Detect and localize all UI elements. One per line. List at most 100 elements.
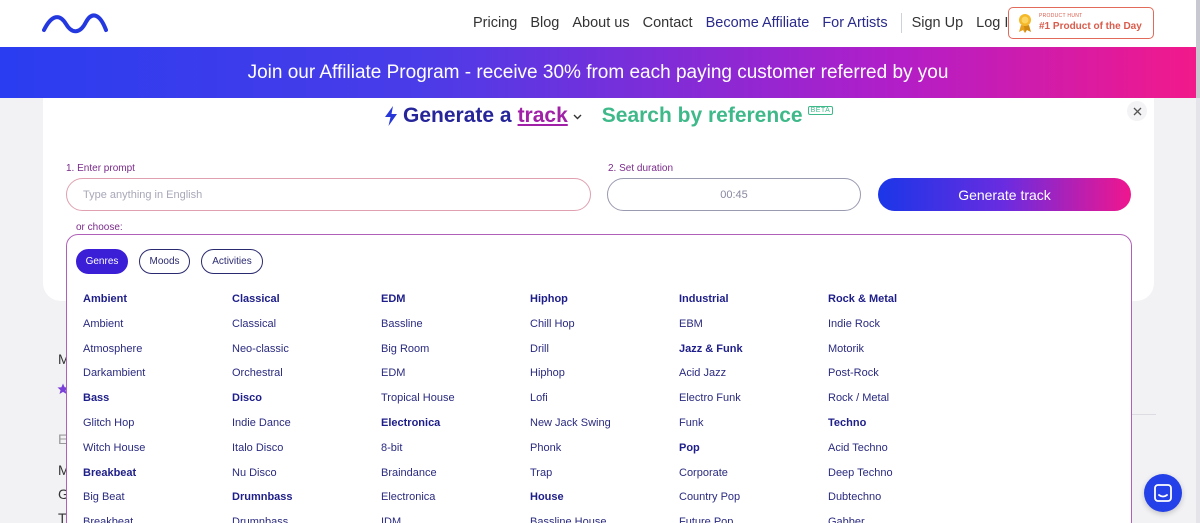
- prompt-label: 1. Enter prompt: [66, 163, 135, 174]
- genre-item[interactable]: Phonk: [530, 440, 670, 465]
- badge-small-text: PRODUCT HUNT: [1039, 13, 1083, 19]
- genre-item[interactable]: IDM: [381, 514, 521, 523]
- genre-category[interactable]: EDM: [381, 291, 521, 316]
- logo-wave-icon[interactable]: [42, 12, 108, 34]
- genre-item[interactable]: Ambient: [83, 316, 223, 341]
- genre-category[interactable]: Industrial: [679, 291, 819, 316]
- genre-item[interactable]: EDM: [381, 365, 521, 390]
- genre-item[interactable]: Indie Rock: [828, 316, 968, 341]
- nav-divider: [900, 13, 902, 33]
- or-choose-label: or choose:: [76, 222, 123, 233]
- track-type-dropdown[interactable]: track: [518, 104, 568, 128]
- genre-item[interactable]: Acid Techno: [828, 440, 968, 465]
- top-navbar: Pricing Blog About us Contact Become Aff…: [0, 0, 1200, 47]
- genre-item[interactable]: Big Room: [381, 341, 521, 366]
- genre-item[interactable]: Chill Hop: [530, 316, 670, 341]
- genre-item[interactable]: Drill: [530, 341, 670, 366]
- nav-become-affiliate[interactable]: Become Affiliate: [706, 15, 810, 31]
- badge-title: #1 Product of the Day: [1039, 21, 1142, 32]
- genre-item[interactable]: Acid Jazz: [679, 365, 819, 390]
- nav-blog[interactable]: Blog: [530, 15, 559, 31]
- genre-category[interactable]: Pop: [679, 440, 819, 465]
- genre-item[interactable]: Big Beat: [83, 489, 223, 514]
- genre-category[interactable]: Techno: [828, 415, 968, 440]
- genre-item[interactable]: Funk: [679, 415, 819, 440]
- close-icon: [1133, 107, 1141, 115]
- genre-item[interactable]: Hiphop: [530, 365, 670, 390]
- search-by-reference-tab[interactable]: Search by reference: [602, 104, 803, 128]
- genre-item[interactable]: Darkambient: [83, 365, 223, 390]
- product-hunt-badge[interactable]: PRODUCT HUNT #1 Product of the Day: [1008, 7, 1154, 39]
- genre-category[interactable]: Bass: [83, 390, 223, 415]
- nav-pricing[interactable]: Pricing: [473, 15, 517, 31]
- genre-category[interactable]: Breakbeat: [83, 465, 223, 490]
- genre-category[interactable]: Disco: [232, 390, 372, 415]
- nav-links: Pricing Blog About us Contact Become Aff…: [473, 13, 1030, 33]
- genre-item[interactable]: Lofi: [530, 390, 670, 415]
- genre-item[interactable]: Braindance: [381, 465, 521, 490]
- genre-item[interactable]: EBM: [679, 316, 819, 341]
- genre-item[interactable]: Rock / Metal: [828, 390, 968, 415]
- genre-item[interactable]: Corporate: [679, 465, 819, 490]
- genre-category[interactable]: Rock & Metal: [828, 291, 968, 316]
- generate-track-button[interactable]: Generate track: [878, 178, 1131, 211]
- chevron-down-icon[interactable]: [573, 112, 582, 121]
- genre-column: Industrial EBM Jazz & Funk Acid Jazz Electro…: [679, 291, 819, 523]
- genre-item[interactable]: New Jack Swing: [530, 415, 670, 440]
- genre-item[interactable]: Future Pop: [679, 514, 819, 523]
- genre-category[interactable]: Ambient: [83, 291, 223, 316]
- genre-column: Ambient Ambient Atmosphere Darkambient Bass G…: [83, 291, 223, 523]
- genre-item[interactable]: Dubtechno: [828, 489, 968, 514]
- bolt-icon: [385, 106, 397, 126]
- genre-item[interactable]: 8-bit: [381, 440, 521, 465]
- genre-item[interactable]: Classical: [232, 316, 372, 341]
- nav-contact[interactable]: Contact: [643, 15, 693, 31]
- genre-item[interactable]: Deep Techno: [828, 465, 968, 490]
- genre-item[interactable]: Gabber: [828, 514, 968, 523]
- prompt-input[interactable]: [66, 178, 591, 211]
- tab-activities[interactable]: Activities: [201, 249, 263, 274]
- close-button[interactable]: [1127, 101, 1147, 121]
- tab-moods[interactable]: Moods: [139, 249, 190, 274]
- genre-item[interactable]: Nu Disco: [232, 465, 372, 490]
- beta-badge: BETA: [807, 106, 834, 115]
- sign-up-link[interactable]: Sign Up: [912, 15, 964, 31]
- genre-item[interactable]: Italo Disco: [232, 440, 372, 465]
- genre-item[interactable]: Glitch Hop: [83, 415, 223, 440]
- genre-category[interactable]: Hiphop: [530, 291, 670, 316]
- duration-input[interactable]: [607, 178, 861, 211]
- genre-item[interactable]: Country Pop: [679, 489, 819, 514]
- genre-category[interactable]: House: [530, 489, 670, 514]
- genre-category[interactable]: Classical: [232, 291, 372, 316]
- genre-item[interactable]: Electronica: [381, 489, 521, 514]
- affiliate-banner[interactable]: Join our Affiliate Program - receive 30%…: [0, 47, 1196, 98]
- chat-button[interactable]: [1144, 474, 1182, 512]
- genre-column: Rock & Metal Indie Rock Motorik Post-Rock Ro…: [828, 291, 968, 523]
- genre-column: EDM Bassline Big Room EDM Tropical House Elec…: [381, 291, 521, 523]
- tab-genres[interactable]: Genres: [76, 249, 128, 274]
- nav-about-us[interactable]: About us: [572, 15, 629, 31]
- genre-item[interactable]: Atmosphere: [83, 341, 223, 366]
- nav-for-artists[interactable]: For Artists: [822, 15, 887, 31]
- generate-title[interactable]: Generate a: [403, 104, 512, 128]
- genre-item[interactable]: Drumnbass: [232, 514, 372, 523]
- genre-item[interactable]: Trap: [530, 465, 670, 490]
- genre-category[interactable]: Jazz & Funk: [679, 341, 819, 366]
- genre-item[interactable]: Tropical House: [381, 390, 521, 415]
- genre-item[interactable]: Bassline: [381, 316, 521, 341]
- genre-category[interactable]: Drumnbass: [232, 489, 372, 514]
- genre-item[interactable]: Bassline House: [530, 514, 670, 523]
- genre-item[interactable]: Motorik: [828, 341, 968, 366]
- genre-column: Classical Classical Neo-classic Orchestral D…: [232, 291, 372, 523]
- genre-item[interactable]: Indie Dance: [232, 415, 372, 440]
- genre-item[interactable]: Post-Rock: [828, 365, 968, 390]
- banner-text: Join our Affiliate Program - receive 30%…: [247, 61, 949, 83]
- genre-item[interactable]: Witch House: [83, 440, 223, 465]
- genre-item[interactable]: Orchestral: [232, 365, 372, 390]
- genre-item[interactable]: Breakbeat: [83, 514, 223, 523]
- mode-switch: Generate a track Search by reference BET…: [384, 104, 834, 128]
- genre-item[interactable]: Electro Funk: [679, 390, 819, 415]
- genre-category[interactable]: Electronica: [381, 415, 521, 440]
- scrollbar-thumb[interactable]: [1196, 0, 1200, 98]
- genre-item[interactable]: Neo-classic: [232, 341, 372, 366]
